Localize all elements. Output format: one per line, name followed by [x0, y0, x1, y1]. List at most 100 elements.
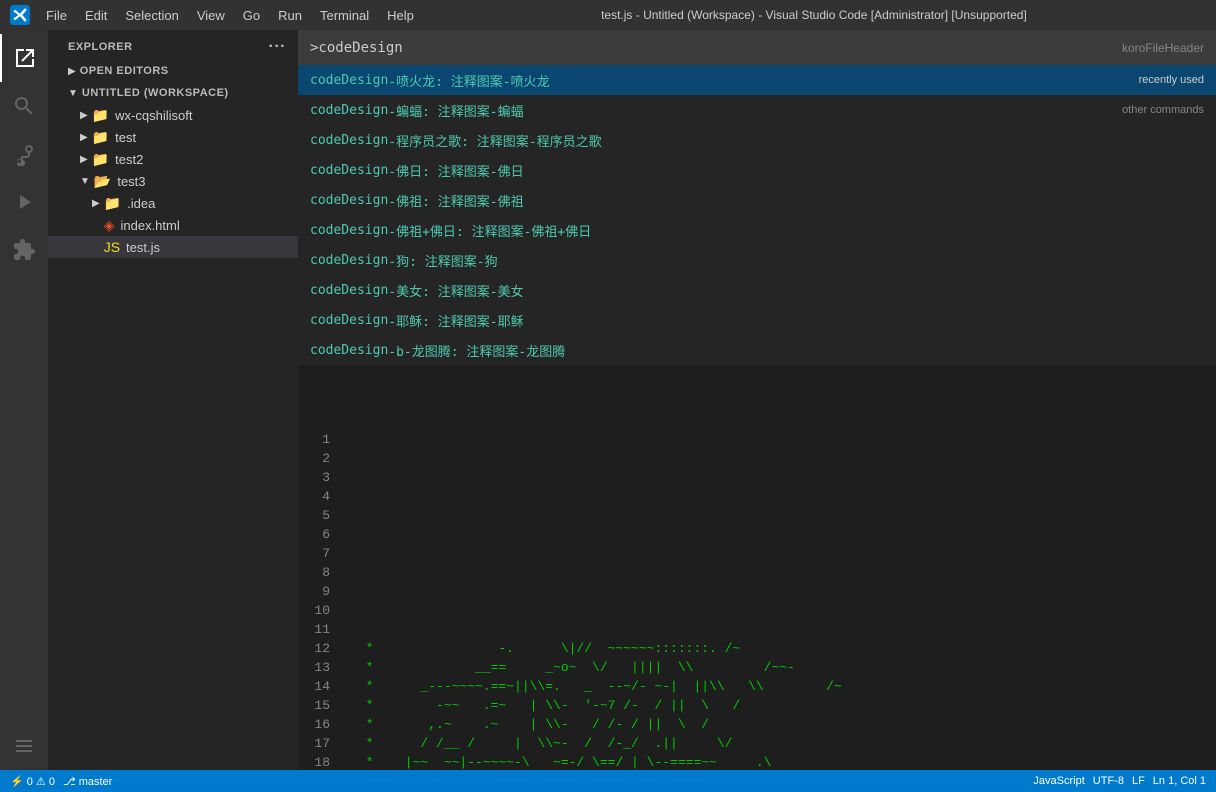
profile-activity-icon[interactable] — [0, 722, 48, 770]
menu-view[interactable]: View — [189, 6, 233, 25]
line-number: 10 — [298, 601, 338, 620]
folder-icon: 📁 — [104, 195, 121, 212]
js-file-icon: JS — [104, 239, 120, 255]
command-result-item[interactable]: codeDesign-佛日: 注释图案-佛日 — [298, 155, 1216, 185]
folder-label: test2 — [115, 152, 143, 167]
sidebar-more-icon[interactable]: ··· — [269, 38, 286, 56]
sidebar-item-idea[interactable]: ▶ 📁 .idea — [48, 192, 298, 214]
sidebar-item-index-html[interactable]: ▶ ◈ index.html — [48, 214, 298, 236]
code-line — [358, 430, 1216, 449]
command-result-item[interactable]: codeDesign-狗: 注释图案-狗 — [298, 245, 1216, 275]
command-prefix: codeDesign — [310, 73, 388, 88]
editor-area: {} se test3 koroFileHeader codeDesign-喷火… — [298, 30, 1216, 770]
line-number: 6 — [298, 525, 338, 544]
command-suffix: -佛祖: 注释图案-佛祖 — [388, 191, 523, 210]
command-results-list: codeDesign-喷火龙: 注释图案-喷火龙recently usedcod… — [298, 65, 1216, 365]
workspace-label: UNTITLED (WORKSPACE) — [82, 87, 229, 99]
command-result-text: codeDesign-程序员之歌: 注释图案-程序员之歌 — [310, 131, 602, 150]
command-hint: koroFileHeader — [1122, 41, 1204, 55]
command-prefix: codeDesign — [310, 103, 388, 118]
code-line: * |~~ ~~|--~~~~-\ ~=-/ \==/ | \--====~~ … — [358, 753, 1216, 770]
menu-run[interactable]: Run — [270, 6, 310, 25]
chevron-right-icon: ▶ — [68, 66, 76, 77]
status-bar: ⚡ 0 ⚠ 0 ⎇ master JavaScript UTF-8 LF Ln … — [0, 770, 1216, 792]
code-line — [358, 620, 1216, 639]
code-line: * __== _~o~ \/ |||| \\ /~~- — [358, 658, 1216, 677]
command-result-item[interactable]: codeDesign-喷火龙: 注释图案-喷火龙 recently used — [298, 65, 1216, 95]
source-control-activity-icon[interactable] — [0, 130, 48, 178]
command-result-item[interactable]: codeDesign-佛祖+佛日: 注释图案-佛祖+佛日 — [298, 215, 1216, 245]
line-number: 12 — [298, 639, 338, 658]
command-result-text: codeDesign-喷火龙: 注释图案-喷火龙 — [310, 71, 550, 90]
code-line — [358, 544, 1216, 563]
code-line — [358, 582, 1216, 601]
html-file-icon: ◈ — [104, 217, 115, 234]
window-title: test.js - Untitled (Workspace) - Visual … — [422, 8, 1206, 22]
sidebar-item-test-js[interactable]: ▶ JS test.js — [48, 236, 298, 258]
status-encoding[interactable]: UTF-8 — [1093, 775, 1124, 787]
folder-label: .idea — [127, 196, 155, 211]
command-suffix: -美女: 注释图案-美女 — [388, 281, 523, 300]
menu-terminal[interactable]: Terminal — [312, 6, 377, 25]
command-palette: koroFileHeader codeDesign-喷火龙: 注释图案-喷火龙r… — [298, 30, 1216, 365]
folder-label: test — [115, 130, 136, 145]
line-number: 17 — [298, 734, 338, 753]
sidebar-item-test[interactable]: ▶ 📁 test — [48, 126, 298, 148]
command-prefix: codeDesign — [310, 163, 388, 178]
line-numbers: 1234567891011121314151617181920212223242… — [298, 430, 348, 770]
status-position[interactable]: Ln 1, Col 1 — [1153, 775, 1206, 787]
menu-go[interactable]: Go — [235, 6, 268, 25]
run-activity-icon[interactable] — [0, 178, 48, 226]
command-palette-input[interactable] — [310, 40, 1122, 56]
extensions-activity-icon[interactable] — [0, 226, 48, 274]
chevron-right-icon: ▶ — [80, 110, 88, 121]
command-input-bar: koroFileHeader — [298, 30, 1216, 65]
code-line: * / /__ / | \\~- / /-_/ .|| \/ — [358, 734, 1216, 753]
command-suffix: -喷火龙: 注释图案-喷火龙 — [388, 71, 549, 90]
status-branch[interactable]: ⎇ master — [63, 775, 112, 788]
code-line — [358, 487, 1216, 506]
code-line — [358, 449, 1216, 468]
chevron-down-icon: ▼ — [80, 176, 90, 187]
code-area[interactable]: * -. \|// ~~~~~~:::::::. /~ * __== _~o~ … — [348, 430, 1216, 770]
menu-edit[interactable]: Edit — [77, 6, 115, 25]
sidebar-item-test3[interactable]: ▼ 📂 test3 — [48, 170, 298, 192]
sidebar-item-workspace[interactable]: ▼ UNTITLED (WORKSPACE) — [48, 82, 298, 104]
command-result-item[interactable]: codeDesign-程序员之歌: 注释图案-程序员之歌 — [298, 125, 1216, 155]
folder-label: wx-cqshilisoft — [115, 108, 192, 123]
title-bar: File Edit Selection View Go Run Terminal… — [0, 0, 1216, 30]
sidebar-item-open-editors[interactable]: ▶ OPEN EDITORS — [48, 60, 298, 82]
folder-label: test3 — [117, 174, 145, 189]
line-number: 1 — [298, 430, 338, 449]
command-prefix: codeDesign — [310, 193, 388, 208]
command-result-item[interactable]: codeDesign-b-龙图腾: 注释图案-龙图腾 — [298, 335, 1216, 365]
command-suffix: -佛祖+佛日: 注释图案-佛祖+佛日 — [388, 221, 591, 240]
folder-icon: 📁 — [92, 129, 109, 146]
open-editors-label: OPEN EDITORS — [80, 65, 169, 77]
command-result-text: codeDesign-b-龙图腾: 注释图案-龙图腾 — [310, 341, 565, 360]
menu-file[interactable]: File — [38, 6, 75, 25]
menu-help[interactable]: Help — [379, 6, 422, 25]
vscode-logo-icon — [10, 5, 30, 25]
search-activity-icon[interactable] — [0, 82, 48, 130]
explorer-activity-icon[interactable] — [0, 34, 48, 82]
menu-selection[interactable]: Selection — [117, 6, 186, 25]
command-result-item[interactable]: codeDesign-佛祖: 注释图案-佛祖 — [298, 185, 1216, 215]
file-label: test.js — [126, 240, 160, 255]
command-badge: recently used — [1139, 74, 1204, 86]
folder-icon: 📁 — [92, 151, 109, 168]
line-number: 7 — [298, 544, 338, 563]
menu-bar: File Edit Selection View Go Run Terminal… — [38, 6, 422, 25]
status-language[interactable]: JavaScript — [1033, 775, 1084, 787]
status-line-ending[interactable]: LF — [1132, 775, 1145, 787]
sidebar-item-test2[interactable]: ▶ 📁 test2 — [48, 148, 298, 170]
command-result-item[interactable]: codeDesign-美女: 注释图案-美女 — [298, 275, 1216, 305]
command-result-item[interactable]: codeDesign-耶稣: 注释图案-耶稣 — [298, 305, 1216, 335]
sidebar-item-wx-cqshilisoft[interactable]: ▶ 📁 wx-cqshilisoft — [48, 104, 298, 126]
command-result-item[interactable]: codeDesign-蝙蝠: 注释图案-蝙蝠other commands — [298, 95, 1216, 125]
line-number: 3 — [298, 468, 338, 487]
editor-content: 1234567891011121314151617181920212223242… — [298, 430, 1216, 770]
status-errors[interactable]: ⚡ 0 ⚠ 0 — [10, 775, 55, 788]
command-prefix: codeDesign — [310, 343, 388, 358]
line-number: 13 — [298, 658, 338, 677]
